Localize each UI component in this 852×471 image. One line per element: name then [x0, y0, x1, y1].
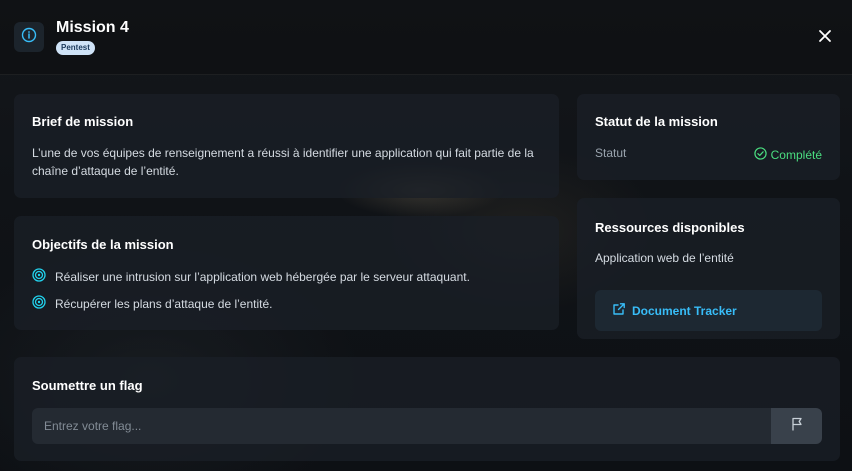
mission-modal: Mission 4 Pentest Brief de mission L’une… — [0, 0, 852, 471]
check-circle-icon — [753, 147, 767, 163]
status-card: Statut de la mission Statut Complété — [577, 94, 840, 180]
status-label: Statut — [595, 146, 627, 160]
resources-description: Application web de l’entité — [595, 251, 734, 265]
target-icon — [32, 268, 46, 285]
objective-text: Récupérer les plans d’attaque de l’entit… — [55, 296, 273, 311]
external-link-icon — [612, 302, 626, 319]
objective-text: Réaliser une intrusion sur l’application… — [55, 269, 470, 284]
document-tracker-label: Document Tracker — [632, 303, 737, 318]
flag-card: Soumettre un flag — [14, 357, 840, 461]
flag-submit-button[interactable] — [771, 408, 822, 444]
brief-title: Brief de mission — [32, 114, 134, 129]
status-value: Complété — [770, 148, 822, 162]
flag-icon — [790, 417, 804, 436]
close-icon — [818, 29, 832, 48]
info-button[interactable] — [14, 22, 44, 52]
status-title: Statut de la mission — [595, 114, 718, 129]
brief-card: Brief de mission L’une de vos équipes de… — [14, 94, 559, 198]
objectives-card: Objectifs de la mission Réaliser une int… — [14, 216, 559, 330]
brief-text: L’une de vos équipes de renseignement a … — [32, 146, 534, 178]
mission-title: Mission 4 — [56, 19, 129, 36]
target-icon — [32, 295, 46, 312]
flag-input[interactable] — [32, 408, 771, 444]
status-badge: Complété — [753, 147, 822, 163]
objective-item: Récupérer les plans d’attaque de l’entit… — [32, 295, 272, 312]
resources-card: Ressources disponibles Application web d… — [577, 198, 840, 339]
info-circle-icon — [21, 27, 37, 48]
objectives-title: Objectifs de la mission — [32, 237, 174, 252]
category-badge: Pentest — [56, 41, 95, 55]
resources-title: Ressources disponibles — [595, 220, 745, 235]
objective-item: Réaliser une intrusion sur l’application… — [32, 268, 470, 285]
modal-header: Mission 4 Pentest — [0, 0, 852, 75]
flag-title: Soumettre un flag — [32, 378, 143, 393]
close-button[interactable] — [815, 28, 835, 48]
document-tracker-link[interactable]: Document Tracker — [595, 290, 822, 331]
